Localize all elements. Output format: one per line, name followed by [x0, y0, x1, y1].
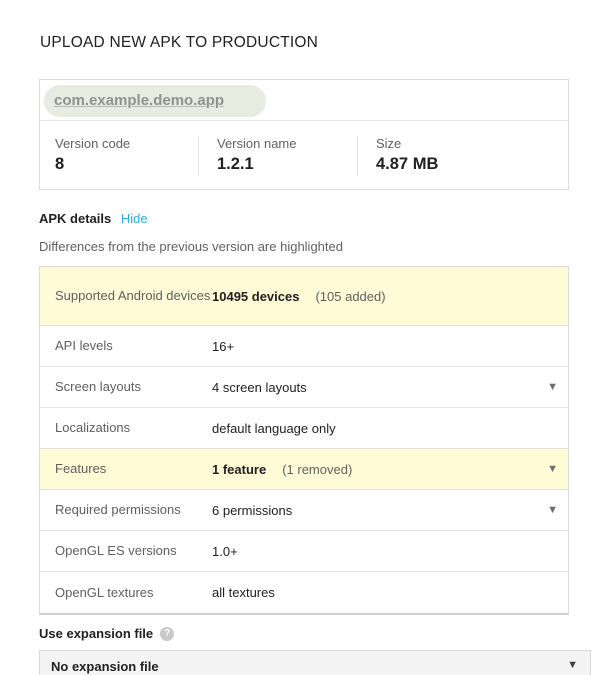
detail-label: Screen layouts — [55, 379, 141, 394]
detail-value: 4 screen layouts — [212, 380, 307, 395]
dropdown-arrow-icon: ▼ — [567, 659, 578, 671]
detail-value-text: 10495 devices — [212, 288, 300, 304]
apk-summary-card: com.example.demo.app Version code 8 Vers… — [39, 79, 569, 190]
detail-row: Supported Android devices 10495 devices (1… — [40, 267, 568, 326]
detail-row: OpenGL textures all textures — [40, 572, 568, 613]
size-value: 4.87 MB — [376, 155, 439, 173]
detail-value-text: 4 screen layouts — [212, 379, 307, 395]
detail-row[interactable]: Required permissions 6 permissions ▼ — [40, 490, 568, 531]
version-info-row: Version code 8 Version name 1.2.1 Size 4… — [40, 121, 568, 190]
detail-label: OpenGL ES versions — [55, 543, 177, 558]
version-name-cell: Version name 1.2.1 — [199, 136, 358, 176]
detail-value-text: 1 feature — [212, 461, 267, 477]
detail-value: 10495 devices (105 added) — [212, 289, 386, 304]
apk-details-title: APK details — [39, 211, 112, 226]
expansion-file-heading: Use expansion file ? — [39, 626, 175, 641]
detail-value: 1.0+ — [212, 544, 238, 559]
detail-value: all textures — [212, 585, 275, 600]
version-name-label: Version name — [217, 136, 297, 151]
detail-value: 16+ — [212, 339, 234, 354]
expansion-file-title: Use expansion file — [39, 626, 154, 641]
detail-value: 6 permissions — [212, 503, 292, 518]
detail-row: OpenGL ES versions 1.0+ — [40, 531, 568, 572]
detail-value-text: 16+ — [212, 338, 235, 354]
detail-value-text: 6 permissions — [212, 502, 293, 518]
help-icon[interactable]: ? — [160, 626, 175, 641]
detail-value: default language only — [212, 421, 336, 436]
size-label: Size — [376, 136, 402, 151]
detail-row[interactable]: Features 1 feature (1 removed) ▼ — [40, 449, 568, 490]
detail-change-note: (105 added) — [315, 288, 386, 304]
detail-row[interactable]: Screen layouts 4 screen layouts ▼ — [40, 367, 568, 408]
size-cell: Size 4.87 MB — [358, 136, 517, 176]
detail-value-text: all textures — [212, 585, 275, 600]
hide-details-link[interactable]: Hide — [121, 211, 148, 226]
expansion-file-select[interactable]: No expansion file ▼ — [39, 650, 591, 675]
detail-row: Localizations default language only — [40, 408, 568, 449]
expansion-file-selected: No expansion file — [51, 659, 159, 674]
expand-arrow-icon[interactable]: ▼ — [547, 504, 558, 516]
apk-details-table: Supported Android devices 10495 devices (1… — [39, 266, 569, 615]
page-title: UPLOAD NEW APK TO PRODUCTION — [40, 34, 319, 51]
detail-label: Required permissions — [55, 502, 181, 517]
differences-note: Differences from the previous version ar… — [39, 239, 343, 254]
expand-arrow-icon[interactable]: ▼ — [547, 463, 558, 475]
version-code-value: 8 — [55, 155, 65, 173]
expand-arrow-icon[interactable]: ▼ — [547, 381, 558, 393]
detail-value: 1 feature (1 removed) — [212, 462, 352, 477]
version-code-label: Version code — [55, 136, 131, 151]
version-code-cell: Version code 8 — [40, 136, 199, 176]
detail-label: Features — [55, 461, 107, 476]
detail-row: API levels 16+ — [40, 326, 568, 367]
apk-details-heading: APK details Hide — [39, 211, 148, 226]
detail-label: Localizations — [55, 420, 131, 435]
version-name-value: 1.2.1 — [217, 155, 254, 173]
package-row: com.example.demo.app — [40, 80, 568, 121]
detail-change-note: (1 removed) — [282, 461, 353, 477]
detail-label: Supported Android devices — [55, 288, 211, 303]
package-name: com.example.demo.app — [54, 92, 225, 109]
detail-value-text: default language only — [212, 420, 336, 436]
detail-label: OpenGL textures — [55, 584, 154, 600]
detail-value-text: 1.0+ — [212, 543, 238, 559]
detail-label: API levels — [55, 338, 113, 353]
